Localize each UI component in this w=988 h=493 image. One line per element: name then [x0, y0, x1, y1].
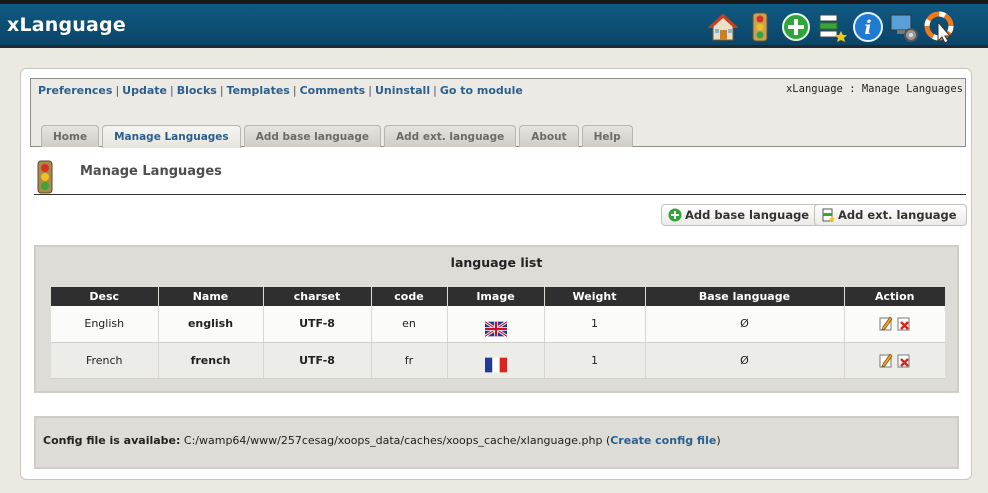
config-path: C:/wamp64/www/257cesag/xoops_data/caches…	[183, 434, 603, 447]
add-base-language-label: Add base language	[685, 208, 810, 222]
add-ext-language-label: Add ext. language	[838, 208, 957, 222]
add-icon	[668, 208, 682, 222]
tab-bar: Home Manage Languages Add base language …	[41, 125, 636, 148]
tab-help[interactable]: Help	[581, 125, 633, 147]
table-row: English english UTF-8 en 1 Ø	[51, 306, 945, 343]
breadcrumb: xLanguage : Manage Languages	[785, 83, 963, 95]
system-icon[interactable]	[888, 11, 920, 43]
action-cell	[844, 342, 945, 379]
blocks-icon[interactable]	[816, 11, 848, 43]
tab-add-base-language[interactable]: Add base language	[243, 125, 382, 147]
name-cell: english	[158, 306, 264, 343]
top-header: xLanguage i	[0, 0, 988, 48]
tab-about[interactable]: About	[519, 125, 579, 147]
name-cell: french	[158, 342, 264, 379]
column-header[interactable]: Action	[844, 287, 945, 306]
code-cell: fr	[371, 342, 448, 379]
separator: |	[219, 84, 224, 97]
link-blocks[interactable]: Blocks	[177, 84, 217, 97]
app-title: xLanguage	[7, 14, 126, 36]
delete-icon[interactable]	[897, 316, 911, 331]
column-header[interactable]: Desc	[51, 287, 159, 306]
separator: |	[170, 84, 174, 97]
table-row: French french UTF-8 fr 1 Ø	[51, 342, 945, 379]
edit-icon[interactable]	[879, 316, 893, 331]
desc-cell: English	[51, 306, 159, 343]
config-line: Config file is availabe: C:/wamp64/www/2…	[43, 434, 721, 447]
base-language-cell: Ø	[645, 342, 845, 379]
link-preferences[interactable]: Preferences	[38, 84, 112, 97]
traffic-light-icon[interactable]	[744, 11, 776, 43]
config-label: Config file is availabe:	[43, 434, 181, 447]
edit-icon[interactable]	[879, 352, 893, 368]
uk-flag-icon	[484, 320, 507, 337]
home-icon[interactable]	[707, 11, 739, 43]
config-close-paren: )	[716, 434, 721, 447]
add-base-language-button[interactable]: Add base language	[661, 204, 820, 226]
base-language-cell: Ø	[645, 306, 845, 343]
config-box: Config file is availabe: C:/wamp64/www/2…	[34, 416, 959, 469]
image-cell	[447, 306, 545, 343]
link-templates[interactable]: Templates	[227, 84, 290, 97]
language-list-title: language list	[450, 255, 543, 270]
column-header[interactable]: code	[371, 287, 448, 306]
separator: |	[292, 84, 297, 97]
desc-cell: French	[51, 342, 159, 379]
link-comments[interactable]: Comments	[300, 84, 366, 97]
fr-flag-icon	[484, 357, 507, 373]
action-cell	[844, 306, 945, 343]
tab-add-ext-language[interactable]: Add ext. language	[384, 125, 517, 147]
column-header[interactable]: charset	[263, 287, 372, 306]
tab-home[interactable]: Home	[41, 125, 100, 147]
admin-links: Preferences | Update | Blocks | Templates | Comm…	[38, 84, 523, 97]
separator: |	[115, 84, 120, 97]
code-cell: en	[371, 306, 448, 343]
svg-text:i: i	[864, 17, 871, 39]
separator: |	[433, 84, 437, 97]
page-heading: Manage Languages	[34, 160, 966, 195]
admin-menu: Preferences | Update | Blocks | Templates | Comm…	[30, 78, 966, 148]
weight-cell: 1	[544, 306, 646, 343]
main-panel: Preferences | Update | Blocks | Templates | Comm…	[20, 68, 972, 480]
table-header-row: Desc Name charset code Image Weight Base…	[51, 287, 945, 306]
add-ext-icon	[822, 208, 835, 222]
link-update[interactable]: Update	[122, 84, 167, 97]
weight-cell: 1	[544, 342, 646, 379]
language-table: Desc Name charset code Image Weight Base…	[51, 287, 945, 379]
tab-manage-languages[interactable]: Manage Languages	[102, 125, 241, 148]
column-header[interactable]: Base language	[645, 287, 845, 306]
create-config-file-link[interactable]: Create config file	[610, 434, 716, 447]
charset-cell: UTF-8	[263, 306, 372, 343]
traffic-light-icon	[37, 160, 53, 194]
language-list-box: language list Desc Name charset code Ima…	[34, 245, 959, 393]
column-header[interactable]: Weight	[544, 287, 646, 306]
page-title: Manage Languages	[80, 164, 222, 179]
separator: |	[368, 84, 372, 97]
help-cursor-icon[interactable]	[924, 11, 956, 43]
column-header[interactable]: Name	[158, 287, 264, 306]
info-icon[interactable]: i	[852, 11, 884, 43]
charset-cell: UTF-8	[263, 342, 372, 379]
add-icon[interactable]	[780, 11, 812, 43]
link-go-to-module[interactable]: Go to module	[440, 84, 523, 97]
delete-icon[interactable]	[897, 353, 911, 368]
add-ext-language-button[interactable]: Add ext. language	[814, 204, 967, 226]
image-cell	[447, 342, 545, 379]
column-header[interactable]: Image	[447, 287, 545, 306]
link-uninstall[interactable]: Uninstall	[375, 84, 430, 97]
